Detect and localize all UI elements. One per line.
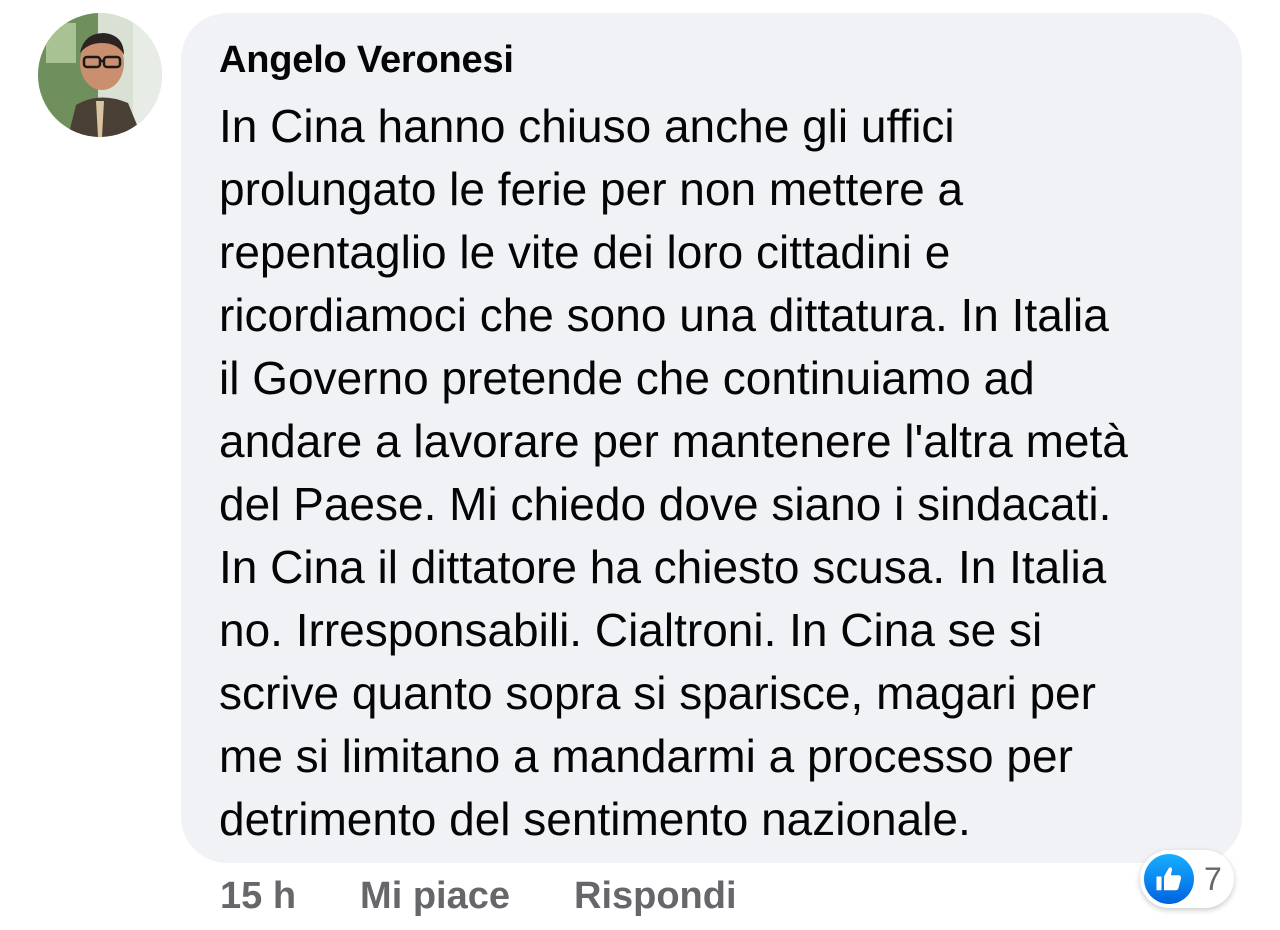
- comment-text: In Cina hanno chiuso anche gli uffici pr…: [219, 95, 1242, 851]
- comment-text-line: del Paese. Mi chiedo dove siano i sindac…: [219, 478, 1112, 530]
- comment-actions: 15 h Mi piace Rispondi: [220, 870, 737, 922]
- comment-text-line: repentaglio le vite dei loro cittadini e: [219, 226, 951, 278]
- avatar-photo: [38, 13, 162, 137]
- comment-text-line: In Cina hanno chiuso anche gli uffici: [219, 100, 955, 152]
- comment-bubble: Angelo Veronesi In Cina hanno chiuso anc…: [181, 13, 1242, 863]
- comment-text-line: no. Irresponsabili. Cialtroni. In Cina s…: [219, 604, 1043, 656]
- comment-text-line: il Governo pretende che continuiamo ad: [219, 352, 1035, 404]
- avatar[interactable]: [38, 13, 162, 137]
- comment-text-line: prolungato le ferie per non mettere a: [219, 163, 964, 215]
- reaction-count: 7: [1204, 860, 1222, 897]
- like-thumb-icon: [1144, 854, 1194, 904]
- like-button[interactable]: Mi piace: [360, 875, 510, 918]
- comment-text-line: ricordiamoci che sono una dittatura. In …: [219, 289, 1109, 341]
- comment-text-line: andare a lavorare per mantenere l'altra …: [219, 415, 1128, 467]
- reply-button[interactable]: Rispondi: [574, 875, 737, 918]
- comment-text-line: me si limitano a mandarmi a processo per: [219, 730, 1073, 782]
- comment-text-line: In Cina il dittatore ha chiesto scusa. I…: [219, 541, 1107, 593]
- comment-timestamp[interactable]: 15 h: [220, 875, 296, 918]
- comment-text-line: detrimento del sentimento nazionale.: [219, 793, 971, 845]
- reaction-summary[interactable]: 7: [1140, 850, 1234, 908]
- comment-text-line: scrive quanto sopra si sparisce, magari …: [219, 667, 1096, 719]
- comment-author[interactable]: Angelo Veronesi: [219, 37, 1242, 83]
